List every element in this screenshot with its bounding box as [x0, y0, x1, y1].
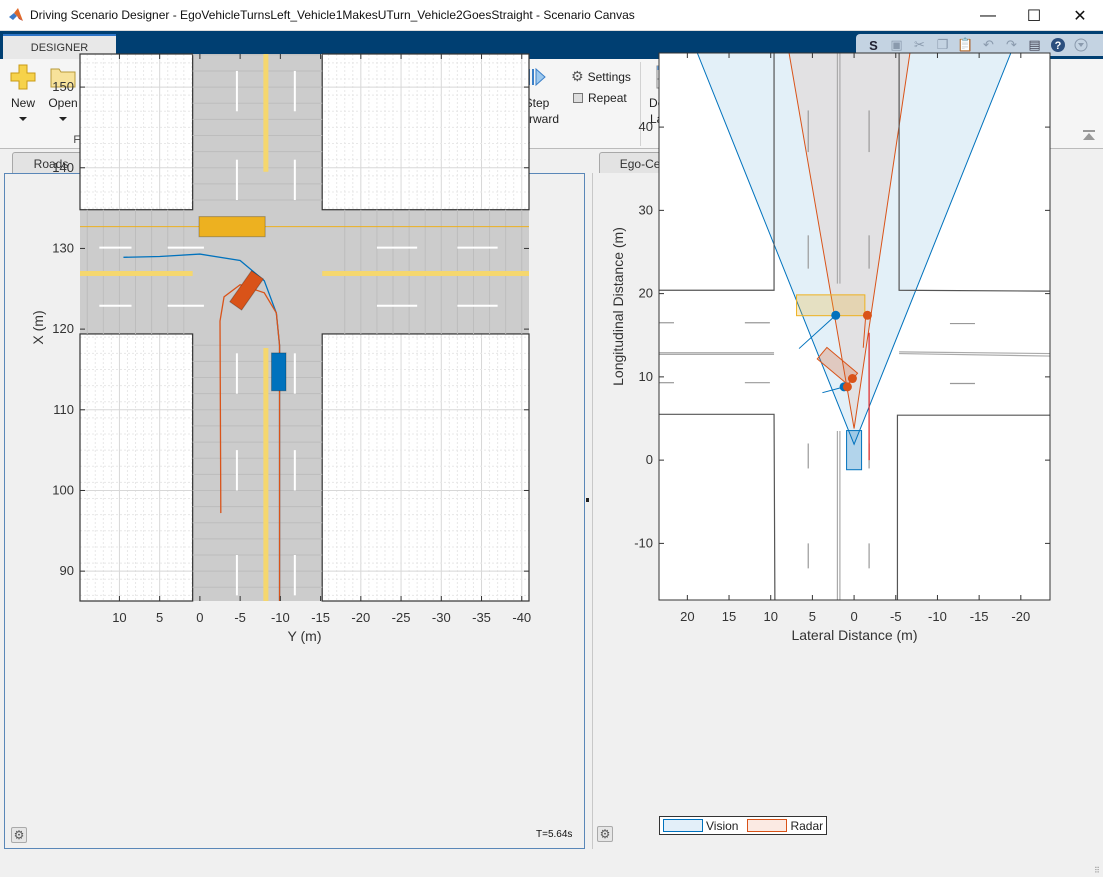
legend-swatch-radar: [747, 819, 788, 832]
x-axis-label: Lateral Distance (m): [791, 627, 917, 643]
x-tick-label: 15: [722, 609, 736, 624]
resize-grip-icon[interactable]: ⠿: [1094, 866, 1100, 875]
simulation-time: T=5.64s: [536, 829, 573, 840]
object-vehicle2: [796, 294, 866, 317]
y-tick-label: 40: [639, 119, 653, 134]
legend: Vision Radar: [659, 816, 827, 835]
x-tick-label: -20: [1011, 609, 1030, 624]
legend-label-radar: Radar: [790, 818, 824, 833]
x-tick-label: -10: [928, 609, 947, 624]
birds-eye-panel: -10 0 10 20 30 40 20 15 10 5 0 -5 -10 -15 -20 Lateral D…: [592, 52, 1103, 849]
legend-label-vision: Vision: [706, 818, 739, 833]
radar-detection: [842, 382, 852, 392]
x-tick-label: 0: [850, 609, 857, 624]
legend-swatch-vision: [663, 819, 703, 832]
x-tick-label: -15: [970, 609, 989, 624]
ego-vehicle: [846, 430, 863, 471]
x-tick-label: 20: [680, 609, 694, 624]
radar-detection: [847, 374, 857, 384]
vision-detection: [831, 310, 841, 320]
canvas-settings-button[interactable]: ⚙: [11, 827, 27, 843]
y-tick-label: -10: [634, 535, 653, 550]
x-tick-label: 10: [763, 609, 777, 624]
radar-detection: [862, 310, 872, 320]
y-tick-label: 30: [639, 202, 653, 217]
x-tick-label: -5: [890, 609, 902, 624]
y-tick-label: 0: [646, 452, 653, 467]
y-tick-label: 20: [639, 286, 653, 301]
y-axis-label: Longitudinal Distance (m): [610, 227, 626, 386]
plot-settings-button[interactable]: ⚙: [597, 826, 613, 842]
gear-icon: ⚙: [13, 828, 25, 842]
gear-icon: ⚙: [599, 827, 611, 841]
birds-eye-plot[interactable]: -10 0 10 20 30 40 20 15 10 5 0 -5 -10 -15 -20 Lateral D…: [1, 0, 1103, 700]
x-tick-label: 5: [809, 609, 816, 624]
y-tick-label: 10: [639, 369, 653, 384]
